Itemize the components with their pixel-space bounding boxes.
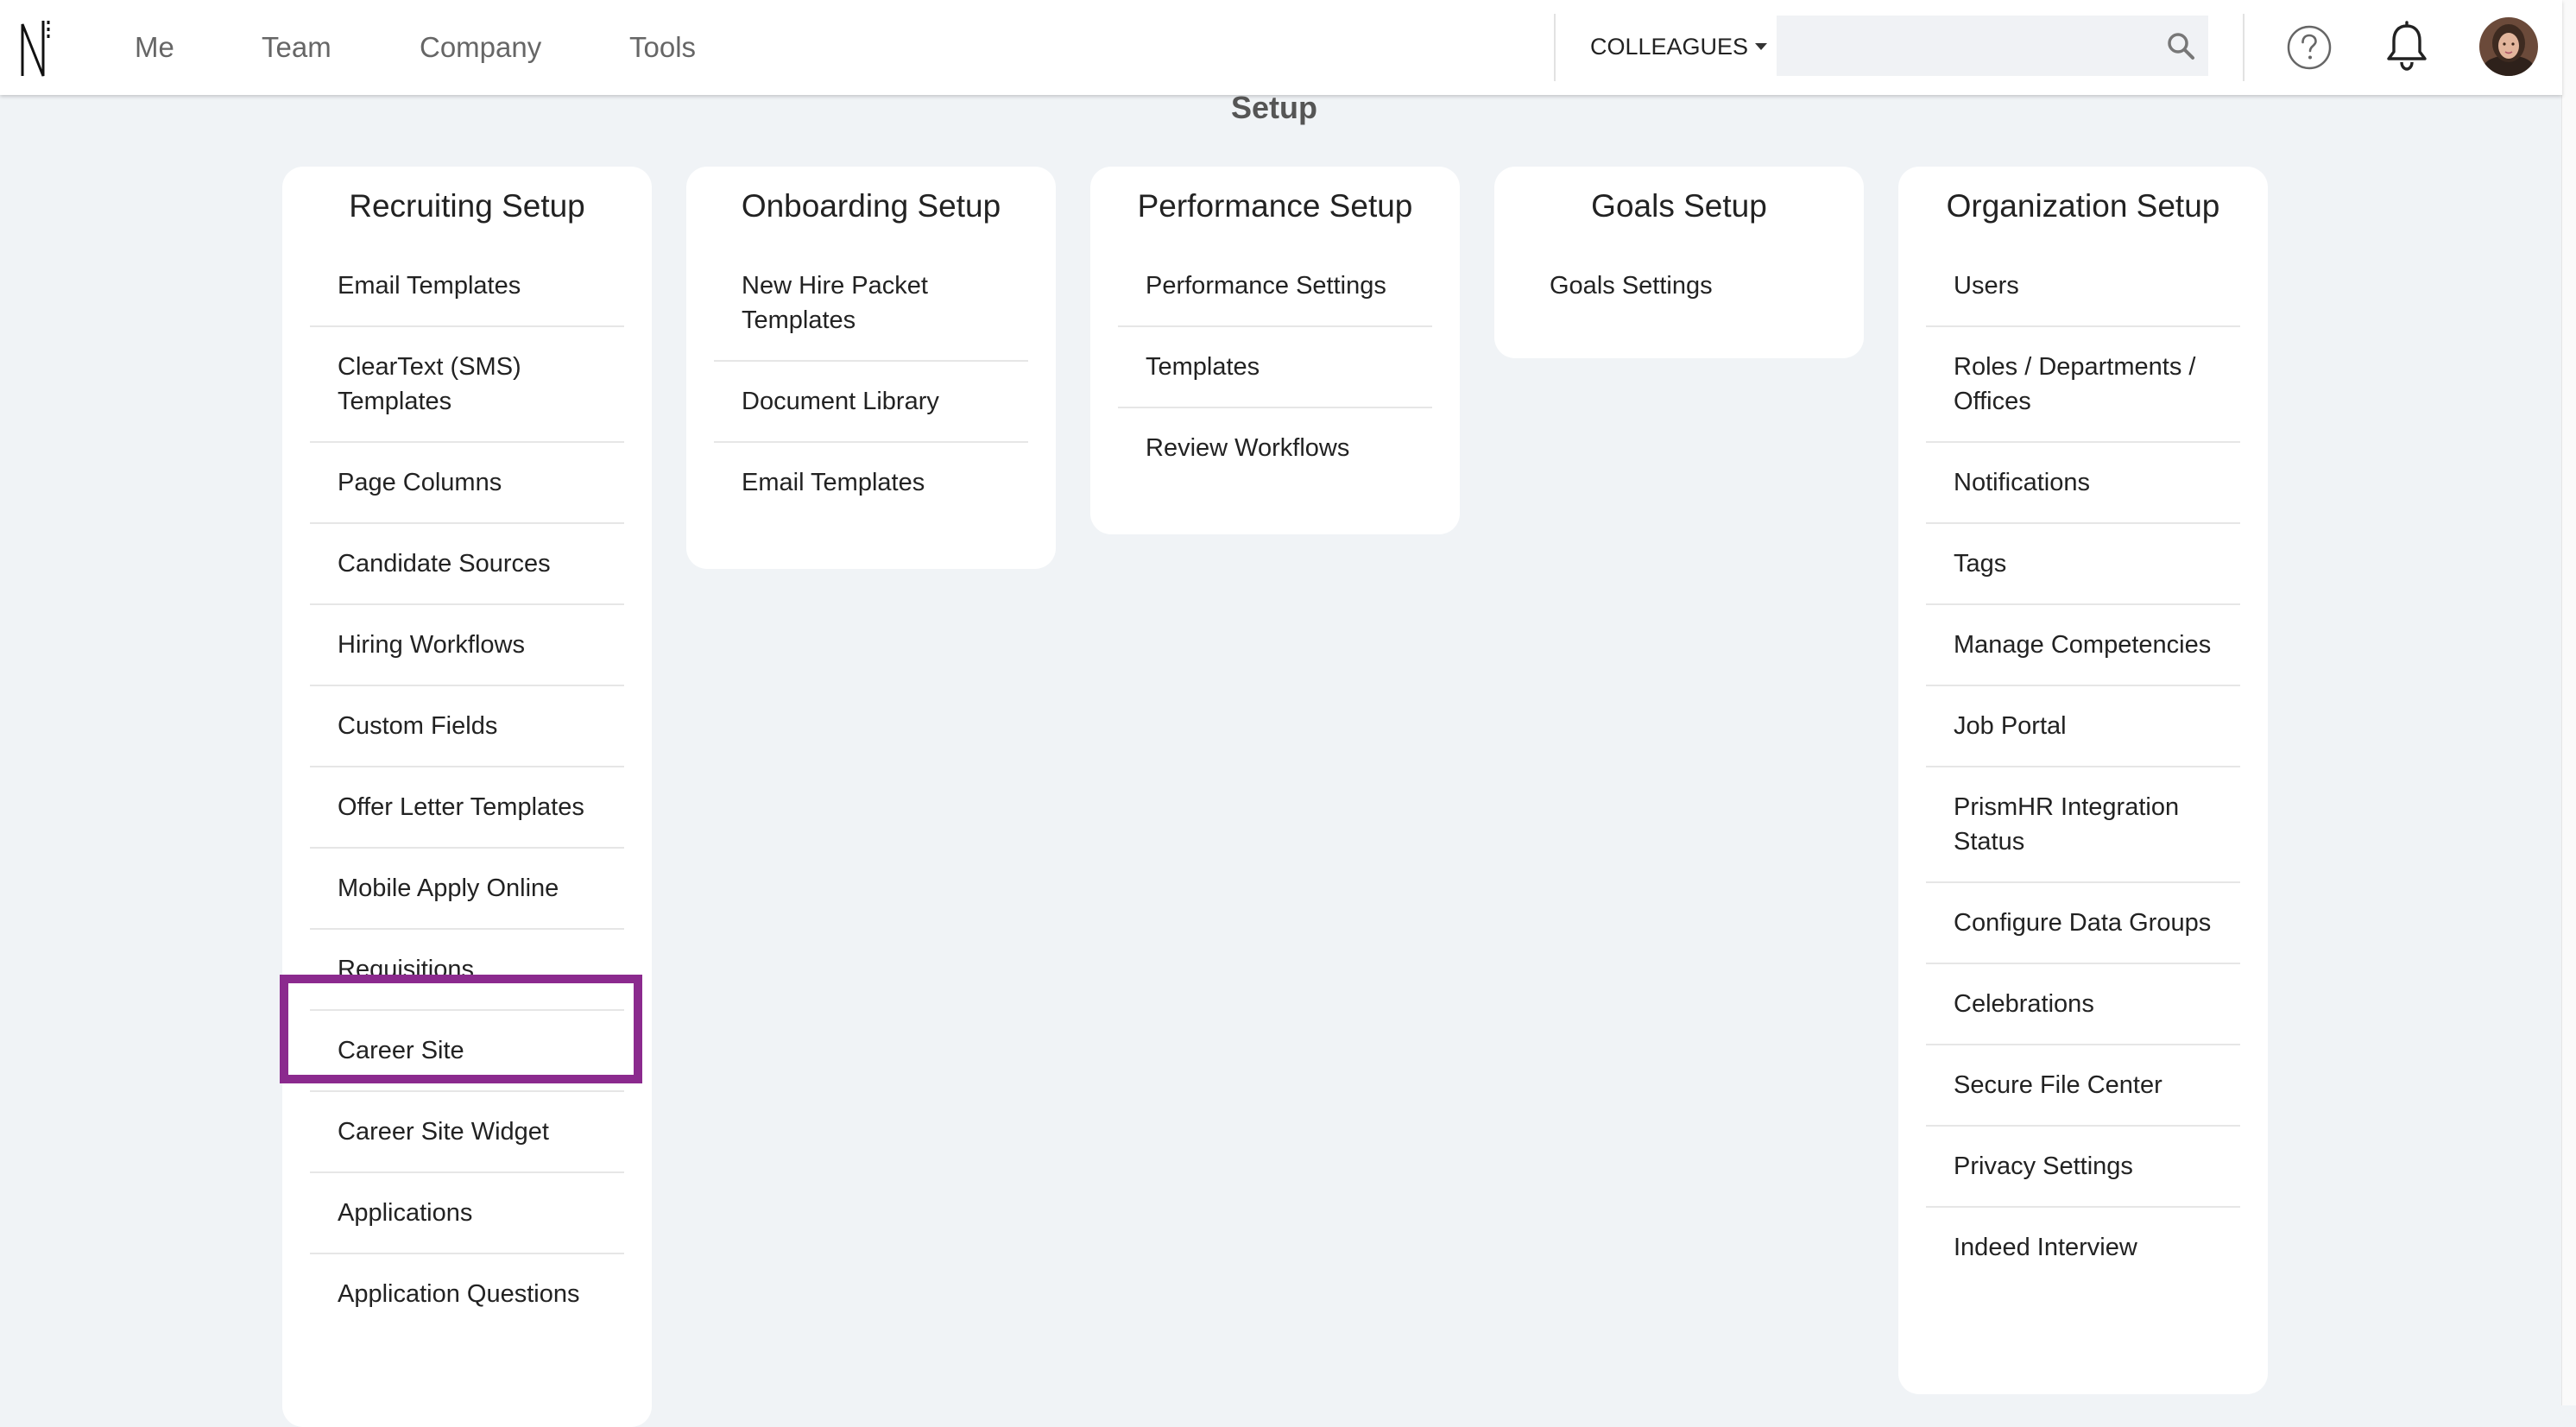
recruiting-requisitions-link[interactable]: Requisitions (310, 930, 624, 1011)
recruiting-email-templates-link[interactable]: Email Templates (310, 246, 624, 327)
search-input[interactable] (1777, 16, 2148, 76)
org-configure-data-groups-link[interactable]: Configure Data Groups (1926, 883, 2240, 964)
avatar[interactable] (2479, 17, 2538, 76)
org-secure-file-center-link[interactable]: Secure File Center (1926, 1045, 2240, 1127)
app-logo-icon[interactable] (19, 16, 54, 79)
nav-company[interactable]: Company (420, 26, 541, 69)
onboarding-setup-list: New Hire Packet Templates Document Libra… (714, 246, 1028, 522)
org-privacy-settings-link[interactable]: Privacy Settings (1926, 1127, 2240, 1208)
organization-setup-card: Organization Setup Users Roles / Departm… (1898, 167, 2268, 1394)
recruiting-custom-fields-link[interactable]: Custom Fields (310, 686, 624, 767)
performance-setup-list: Performance Settings Templates Review Wo… (1118, 246, 1432, 488)
search-icon[interactable] (2165, 30, 2196, 61)
caret-down-icon (1755, 43, 1768, 50)
recruiting-offer-letter-templates-link[interactable]: Offer Letter Templates (310, 767, 624, 849)
recruiting-cleartext-templates-link[interactable]: ClearText (SMS) Templates (310, 327, 624, 443)
performance-setup-card: Performance Setup Performance Settings T… (1090, 167, 1460, 534)
recruiting-setup-list: Email Templates ClearText (SMS) Template… (310, 246, 624, 1334)
scrollbar[interactable] (2561, 0, 2576, 1405)
recruiting-applications-link[interactable]: Applications (310, 1173, 624, 1254)
performance-review-workflows-link[interactable]: Review Workflows (1118, 408, 1432, 488)
colleagues-dropdown[interactable]: COLLEAGUES (1590, 28, 1768, 66)
org-prismhr-integration-status-link[interactable]: PrismHR Integration Status (1926, 767, 2240, 883)
nav-tools[interactable]: Tools (629, 26, 696, 69)
goals-settings-link[interactable]: Goals Settings (1522, 246, 1836, 325)
recruiting-career-site-link[interactable]: Career Site (310, 1011, 624, 1092)
card-title: Performance Setup (1137, 188, 1413, 224)
header-divider (2243, 14, 2245, 81)
nav-team[interactable]: Team (262, 26, 331, 69)
goals-setup-card: Goals Setup Goals Settings (1494, 167, 1864, 358)
org-notifications-link[interactable]: Notifications (1926, 443, 2240, 524)
colleagues-dropdown-label: COLLEAGUES (1590, 34, 1749, 60)
help-icon[interactable] (2286, 24, 2333, 71)
org-roles-departments-offices-link[interactable]: Roles / Departments / Offices (1926, 327, 2240, 443)
card-title: Recruiting Setup (349, 188, 585, 224)
performance-templates-link[interactable]: Templates (1118, 327, 1432, 408)
recruiting-setup-card: Recruiting Setup Email Templates ClearTe… (282, 167, 652, 1427)
org-celebrations-link[interactable]: Celebrations (1926, 964, 2240, 1045)
recruiting-page-columns-link[interactable]: Page Columns (310, 443, 624, 524)
onboarding-new-hire-packet-templates-link[interactable]: New Hire Packet Templates (714, 246, 1028, 362)
performance-settings-link[interactable]: Performance Settings (1118, 246, 1432, 327)
recruiting-career-site-widget-link[interactable]: Career Site Widget (310, 1092, 624, 1173)
organization-setup-list: Users Roles / Departments / Offices Noti… (1926, 246, 2240, 1287)
card-title: Goals Setup (1591, 188, 1767, 224)
user-avatar-icon (2479, 17, 2538, 76)
onboarding-email-templates-link[interactable]: Email Templates (714, 443, 1028, 522)
nav-me[interactable]: Me (135, 26, 174, 69)
org-job-portal-link[interactable]: Job Portal (1926, 686, 2240, 767)
card-title: Organization Setup (1946, 188, 2220, 224)
top-navigation-bar: Me Team Company Tools COLLEAGUES (0, 0, 2562, 95)
bell-icon[interactable] (2383, 21, 2431, 73)
recruiting-hiring-workflows-link[interactable]: Hiring Workflows (310, 605, 624, 686)
header-divider (1554, 14, 1556, 81)
org-users-link[interactable]: Users (1926, 246, 2240, 327)
page-title: Setup (1230, 90, 1317, 125)
org-manage-competencies-link[interactable]: Manage Competencies (1926, 605, 2240, 686)
org-indeed-interview-link[interactable]: Indeed Interview (1926, 1208, 2240, 1287)
onboarding-setup-card: Onboarding Setup New Hire Packet Templat… (686, 167, 1056, 569)
goals-setup-list: Goals Settings (1522, 246, 1836, 325)
org-tags-link[interactable]: Tags (1926, 524, 2240, 605)
recruiting-mobile-apply-online-link[interactable]: Mobile Apply Online (310, 849, 624, 930)
search-box (1777, 16, 2208, 76)
recruiting-candidate-sources-link[interactable]: Candidate Sources (310, 524, 624, 605)
onboarding-document-library-link[interactable]: Document Library (714, 362, 1028, 443)
card-title: Onboarding Setup (741, 188, 1001, 224)
recruiting-application-questions-link[interactable]: Application Questions (310, 1254, 624, 1334)
